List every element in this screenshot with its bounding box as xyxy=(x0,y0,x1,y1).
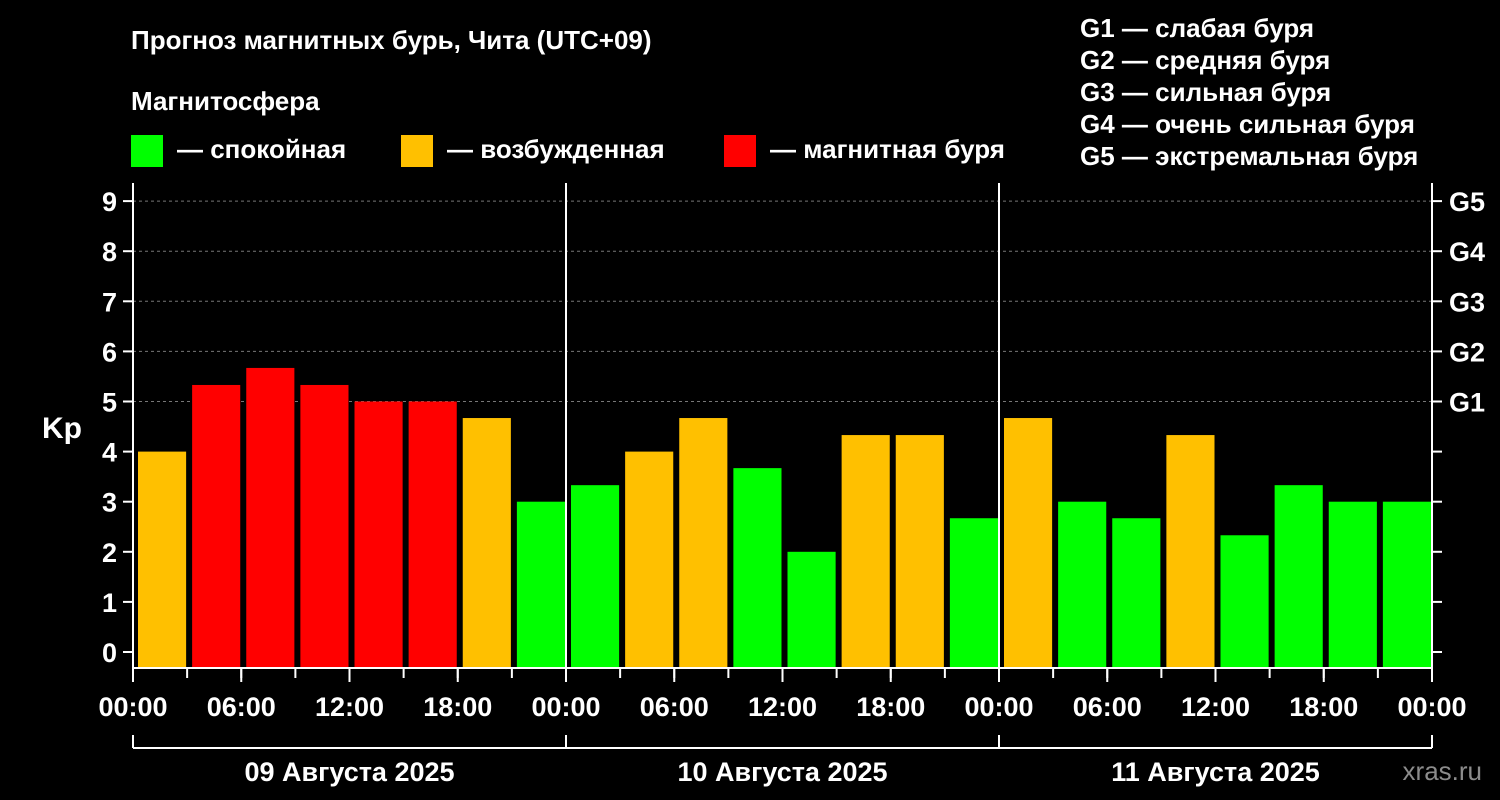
g-level-label: G2 xyxy=(1449,337,1485,367)
chart-title: Прогноз магнитных бурь, Чита (UTC+09) xyxy=(131,25,652,55)
kp-bar xyxy=(246,367,295,668)
kp-bar xyxy=(138,451,187,668)
kp-bar xyxy=(1382,501,1431,668)
g-scale-item: G2 — средняя буря xyxy=(1080,45,1330,75)
day-label: 10 Августа 2025 xyxy=(677,757,887,787)
legend-label-excited: — возбужденная xyxy=(447,134,665,164)
day-label: 11 Августа 2025 xyxy=(1111,757,1320,787)
legend-swatch-excited xyxy=(401,135,433,167)
kp-bar xyxy=(192,384,241,668)
x-tick-label: 06:00 xyxy=(640,692,709,722)
g-scale-item: G1 — слабая буря xyxy=(1080,13,1314,43)
legend-title: Магнитосфера xyxy=(131,86,320,116)
g-scale-item: G5 — экстремальная буря xyxy=(1080,141,1418,171)
kp-forecast-chart: Прогноз магнитных бурь, Чита (UTC+09) Ма… xyxy=(42,13,1485,787)
y-ticks: 0 1 2 3 4 5 6 7 8 9 xyxy=(102,187,133,668)
kp-bar xyxy=(462,418,511,668)
legend-swatch-storm xyxy=(724,135,756,167)
y-tick-label: 4 xyxy=(102,438,117,468)
y-tick-label: 2 xyxy=(102,538,117,568)
kp-bar xyxy=(895,435,944,668)
legend: — спокойная — возбужденная — магнитная б… xyxy=(131,134,1005,167)
g-level-label: G1 xyxy=(1449,388,1485,418)
y-tick-label: 7 xyxy=(102,287,117,317)
g-scale-item: G4 — очень сильная буря xyxy=(1080,109,1415,139)
kp-bar xyxy=(516,501,565,668)
kp-bar xyxy=(408,401,457,668)
x-ticks: 00:00 06:00 12:00 18:00 00:00 06:00 12:00 18:00… xyxy=(98,668,1467,722)
kp-bar xyxy=(354,401,403,668)
g-scale-item: G3 — сильная буря xyxy=(1080,77,1331,107)
bars xyxy=(138,367,1431,668)
kp-bar xyxy=(841,435,890,668)
legend-label-quiet: — спокойная xyxy=(177,134,346,164)
kp-bar xyxy=(1220,535,1269,668)
y-tick-label: 0 xyxy=(102,638,117,668)
x-tick-label: 00:00 xyxy=(531,692,600,722)
kp-bar xyxy=(571,485,620,668)
y-tick-label: 9 xyxy=(102,187,117,217)
x-tick-label: 00:00 xyxy=(964,692,1033,722)
g-scale-legend: G1 — слабая буря G2 — средняя буря G3 — … xyxy=(1080,13,1418,171)
kp-bar xyxy=(1112,518,1161,668)
kp-bar xyxy=(1058,501,1107,668)
grid xyxy=(133,200,1432,402)
x-tick-label: 06:00 xyxy=(1073,692,1142,722)
y-tick-label: 3 xyxy=(102,488,117,518)
day-labels: 09 Августа 2025 10 Августа 2025 11 Августа… xyxy=(132,735,1433,787)
g-level-label: G5 xyxy=(1449,187,1485,217)
kp-bar xyxy=(1004,418,1053,668)
y-tick-label: 8 xyxy=(102,237,117,267)
y-tick-label: 6 xyxy=(102,337,117,367)
kp-bar xyxy=(679,418,728,668)
legend-swatch-quiet xyxy=(131,135,163,167)
g-axis-ticks: G1 G2 G3 G4 G5 xyxy=(1432,187,1485,653)
y-tick-label: 1 xyxy=(102,588,117,618)
x-tick-label: 18:00 xyxy=(856,692,925,722)
x-tick-label: 12:00 xyxy=(748,692,817,722)
x-tick-label: 00:00 xyxy=(1397,692,1466,722)
watermark: xras.ru xyxy=(1403,756,1482,786)
day-label: 09 Августа 2025 xyxy=(244,757,454,787)
kp-bar xyxy=(1328,501,1377,668)
y-axis-label: Kp xyxy=(42,412,82,445)
x-tick-label: 06:00 xyxy=(207,692,276,722)
kp-bar xyxy=(733,468,782,668)
x-tick-label: 00:00 xyxy=(98,692,167,722)
y-tick-label: 5 xyxy=(102,388,117,418)
kp-bar xyxy=(787,551,836,668)
kp-bar xyxy=(300,384,349,668)
g-level-label: G4 xyxy=(1449,237,1485,267)
kp-bar xyxy=(1166,435,1215,668)
g-level-label: G3 xyxy=(1449,287,1485,317)
kp-bar xyxy=(949,518,998,668)
legend-label-storm: — магнитная буря xyxy=(770,134,1005,164)
x-tick-label: 18:00 xyxy=(1289,692,1358,722)
kp-bar xyxy=(1274,485,1323,668)
x-tick-label: 12:00 xyxy=(315,692,384,722)
x-tick-label: 12:00 xyxy=(1181,692,1250,722)
kp-bar xyxy=(625,451,674,668)
x-tick-label: 18:00 xyxy=(423,692,492,722)
